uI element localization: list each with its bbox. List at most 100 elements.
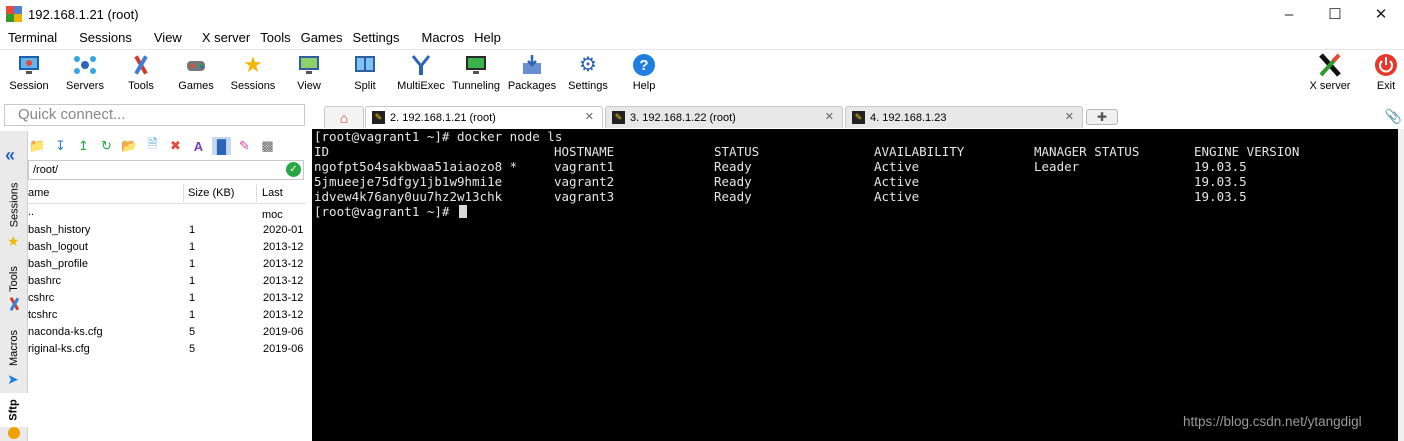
check-icon[interactable]: ✓ — [286, 162, 301, 177]
view-button[interactable]: View — [281, 53, 337, 97]
close-tab-icon[interactable]: ✕ — [825, 110, 834, 123]
packages-button[interactable]: Packages — [504, 53, 560, 97]
session-button[interactable]: Session — [1, 53, 57, 97]
menu-bar: Terminal Sessions View X server Tools Ga… — [0, 28, 1404, 48]
monitor-icon[interactable]: ▩ — [258, 137, 277, 155]
home-icon: ⌂ — [339, 109, 349, 126]
tab-session-2[interactable]: ✎ 2. 192.168.1.21 (root) ✕ — [365, 106, 603, 128]
monitor-icon — [17, 53, 41, 77]
file-list-header: ame Size (KB) Last moc — [28, 182, 306, 221]
new-folder-icon[interactable]: 📂 — [120, 137, 139, 155]
rename-icon[interactable]: A — [189, 137, 208, 155]
folder-up-icon[interactable]: 📁 — [28, 137, 47, 155]
terminal-tab-icon: ✎ — [852, 111, 865, 124]
sftp-path-input[interactable]: /root/ ✓ — [28, 160, 304, 180]
sessions-button[interactable]: ★ Sessions — [225, 53, 281, 97]
minimize-button[interactable]: – — [1266, 0, 1312, 28]
upload-icon[interactable]: ↥ — [74, 137, 93, 155]
file-row[interactable]: bashrc 1 2013-12 — [28, 273, 306, 290]
paperclip-icon[interactable]: 📎 — [1385, 108, 1402, 125]
file-row[interactable]: .. — [28, 204, 306, 221]
star-icon: ★ — [243, 52, 263, 77]
file-row[interactable]: bash_profile 1 2013-12 — [28, 256, 306, 273]
file-row[interactable]: tcshrc 1 2013-12 — [28, 307, 306, 324]
terminal-prompt-line: [root@vagrant1 ~]# — [314, 204, 467, 219]
view-icon — [297, 53, 321, 77]
xserver-button[interactable]: X server — [1302, 53, 1358, 97]
menu-terminal[interactable]: Terminal — [0, 28, 65, 48]
svg-text:?: ? — [639, 57, 648, 74]
split-button[interactable]: Split — [337, 53, 393, 97]
side-tab-tools[interactable]: Tools — [0, 259, 28, 299]
tab-session-4[interactable]: ✎ 4. 192.168.1.23 ✕ — [845, 106, 1083, 128]
terminal-follow-icon[interactable]: █ — [212, 137, 231, 155]
collapse-icon[interactable]: « — [5, 145, 15, 166]
file-row[interactable]: riginal-ks.cfg 5 2019-06 — [28, 341, 306, 358]
settings-button[interactable]: ⚙ Settings — [560, 53, 616, 97]
tools-button[interactable]: Tools — [113, 53, 169, 97]
refresh-icon[interactable]: ↻ — [97, 137, 116, 155]
power-icon — [1374, 53, 1398, 77]
session-tab-bar: ⌂ ✎ 2. 192.168.1.21 (root) ✕ ✎ 3. 192.16… — [312, 105, 1404, 129]
permissions-icon[interactable]: ✎ — [235, 137, 254, 155]
side-tab-sessions[interactable]: Sessions — [0, 175, 28, 235]
servers-icon — [73, 53, 97, 77]
new-tab-button[interactable]: ✚ — [1086, 109, 1118, 125]
window-title: 192.168.1.21 (root) — [28, 6, 139, 22]
plus-icon: ✚ — [1096, 110, 1108, 124]
terminal-table-row: ngofpt5o4sakbwaa51aiaozo8 * vagrant1 Rea… — [314, 159, 1247, 174]
terminal-table-row: idvew4k76any0uu7hz2w13chk vagrant3 Ready… — [314, 189, 1247, 204]
column-size[interactable]: Size (KB) — [188, 182, 234, 204]
tab-session-3[interactable]: ✎ 3. 192.168.1.22 (root) ✕ — [605, 106, 843, 128]
menu-macros[interactable]: Macros — [407, 28, 472, 48]
exit-button[interactable]: Exit — [1358, 53, 1404, 97]
multiexec-button[interactable]: MultiExec — [393, 53, 449, 97]
tools-icon — [129, 53, 153, 77]
servers-button[interactable]: Servers — [57, 53, 113, 97]
column-name[interactable]: ame — [28, 182, 49, 204]
sftp-status-icon — [8, 427, 20, 439]
file-row[interactable]: bash_history 1 2020-01 — [28, 222, 306, 239]
terminal-tab-icon: ✎ — [372, 111, 385, 124]
terminal-output[interactable]: [root@vagrant1 ~]# docker node ls ID HOS… — [312, 129, 1398, 441]
file-row[interactable]: bash_logout 1 2013-12 — [28, 239, 306, 256]
help-icon: ? — [632, 53, 656, 77]
close-button[interactable]: ✕ — [1358, 0, 1404, 28]
delete-icon[interactable]: ✖ — [166, 137, 185, 155]
watermark: https://blog.csdn.net/ytangdigl — [1183, 414, 1362, 429]
side-tab-macros[interactable]: Macros — [0, 323, 28, 373]
app-icon — [6, 6, 22, 22]
maximize-button[interactable]: ☐ — [1312, 0, 1358, 28]
menu-settings[interactable]: Settings — [351, 28, 408, 48]
menu-view[interactable]: View — [140, 28, 190, 48]
title-bar: 192.168.1.21 (root) – ☐ ✕ — [0, 0, 1404, 28]
send-icon: ➤ — [7, 371, 19, 387]
side-tab-strip: « Sessions ★ Tools Macros ➤ Sftp — [0, 131, 28, 441]
home-tab[interactable]: ⌂ — [324, 106, 364, 128]
games-button[interactable]: Games — [168, 53, 224, 97]
terminal-table-header: ID HOSTNAME STATUS AVAILABILITY MANAGER … — [314, 144, 1300, 159]
menu-tools[interactable]: Tools — [258, 28, 298, 48]
tunneling-button[interactable]: Tunneling — [448, 53, 504, 97]
help-button[interactable]: ? Help — [616, 53, 672, 97]
packages-icon — [520, 53, 544, 77]
multiexec-icon — [409, 53, 433, 77]
terminal-cursor — [459, 205, 467, 218]
star-icon: ★ — [7, 233, 20, 249]
file-row[interactable]: naconda-ks.cfg 5 2019-06 — [28, 324, 306, 341]
menu-x-server[interactable]: X server — [190, 28, 258, 48]
new-file-icon[interactable]: 🗎 — [143, 136, 162, 155]
menu-games[interactable]: Games — [299, 28, 351, 48]
menu-sessions[interactable]: Sessions — [65, 28, 140, 48]
gear-icon: ⚙ — [579, 54, 597, 76]
terminal-tab-icon: ✎ — [612, 111, 625, 124]
main-toolbar: Session Servers Tools Games ★ Sessions V… — [0, 49, 1404, 99]
file-row[interactable]: cshrc 1 2013-12 — [28, 290, 306, 307]
close-tab-icon[interactable]: ✕ — [1065, 110, 1074, 123]
side-tab-sftp[interactable]: Sftp — [0, 393, 28, 427]
terminal-scrollbar[interactable] — [1398, 129, 1404, 441]
menu-help[interactable]: Help — [472, 28, 509, 48]
download-icon[interactable]: ↧ — [51, 137, 70, 155]
close-tab-icon[interactable]: ✕ — [585, 110, 594, 123]
quick-connect-input[interactable]: Quick connect... — [4, 104, 305, 126]
